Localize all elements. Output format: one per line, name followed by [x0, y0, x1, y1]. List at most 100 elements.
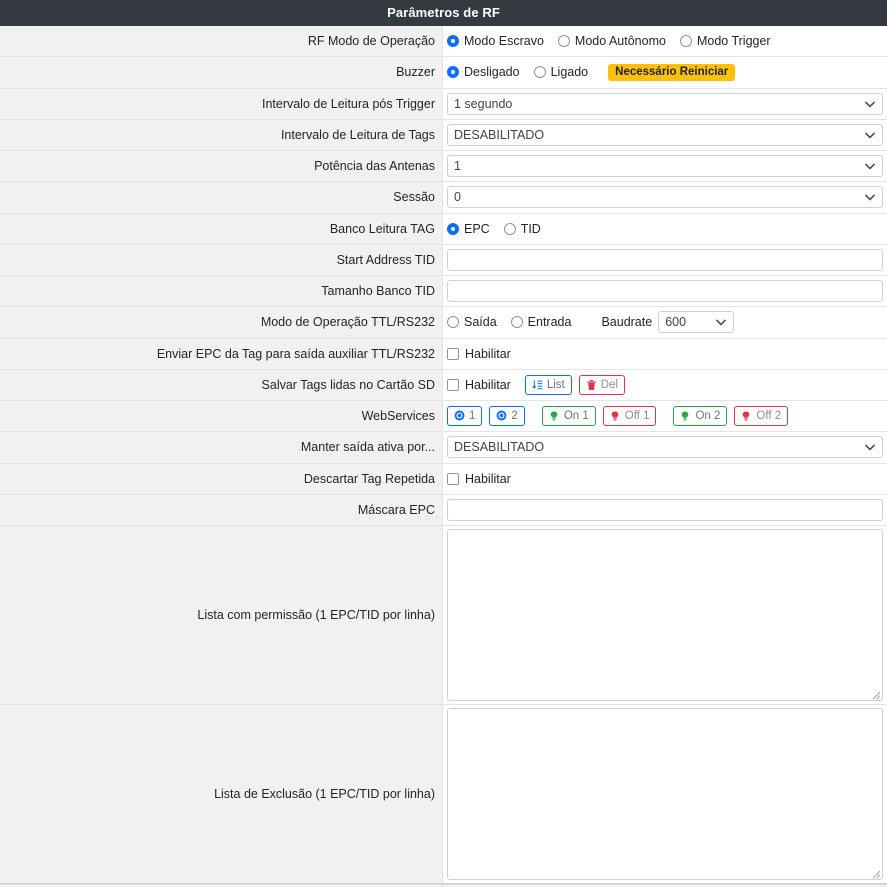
checkbox-unchecked-icon	[447, 472, 459, 485]
label-tamanho-banco-tid: Tamanho Banco TID	[0, 276, 443, 307]
radio-banco-tid[interactable]: TID	[503, 221, 541, 236]
webservice-on-2-label: On 2	[695, 409, 721, 422]
webservice-off-2-button[interactable]: Off 2	[734, 406, 789, 427]
checkbox-enviar-epc-habilitar[interactable]: Habilitar	[447, 347, 511, 361]
control-potencia-antenas: 1	[443, 151, 887, 182]
select-baudrate[interactable]: 600	[658, 311, 735, 334]
control-buzzer: Desligado Ligado Necessário Reiniciar	[443, 57, 887, 88]
control-manter-saida-ativa: DESABILITADO	[443, 432, 887, 463]
row-buzzer: Buzzer Desligado Ligado Necessário Reini…	[0, 57, 887, 89]
control-salvar-tags-sd: Habilitar List Del	[443, 369, 887, 400]
select-value: DESABILITADO	[454, 127, 545, 142]
radio-label: Ligado	[550, 65, 589, 80]
label-rf-mode: RF Modo de Operação	[0, 26, 443, 57]
control-banco-leitura-tag: EPC TID	[443, 213, 887, 244]
dot-circle-icon	[454, 410, 465, 422]
radio-buzzer-desligado[interactable]: Desligado	[447, 65, 520, 79]
list-button[interactable]: List	[524, 374, 572, 395]
label-start-address-tid: Start Address TID	[0, 244, 443, 275]
row-enviar-epc-auxiliar: Enviar EPC da Tag para saída auxiliar TT…	[0, 338, 887, 370]
radio-buzzer-ligado[interactable]: Ligado	[533, 65, 589, 80]
label-lista-permissao: Lista com permissão (1 EPC/TID por linha…	[0, 526, 443, 704]
label-buzzer: Buzzer	[0, 57, 443, 88]
select-value: DESABILITADO	[454, 440, 545, 455]
control-ttl-rs232: Saída Entrada Baudrate 600	[443, 307, 887, 338]
lista-exclusao-textarea[interactable]	[447, 708, 883, 880]
checkbox-descartar-tag-habilitar[interactable]: Habilitar	[447, 472, 511, 486]
webservice-off-2-label: Off 2	[756, 409, 782, 422]
label-enviar-epc-auxiliar: Enviar EPC da Tag para saída auxiliar TT…	[0, 338, 443, 369]
select-value: 1	[454, 159, 461, 174]
radio-unselected-icon	[679, 35, 692, 48]
radio-modo-autonomo[interactable]: Modo Autônomo	[557, 34, 666, 48]
label-ttl-rs232: Modo de Operação TTL/RS232	[0, 307, 443, 338]
delete-button-label: Del	[600, 378, 619, 391]
control-intervalo-trigger: 1 segundo	[443, 88, 887, 119]
webservice-off-1-label: Off 1	[624, 409, 650, 422]
radio-unselected-icon	[533, 66, 546, 79]
radio-unselected-icon	[447, 316, 459, 329]
control-rf-mode: Modo Escravo Modo Autônomo Modo Trigger	[443, 26, 887, 57]
label-intervalo-trigger: Intervalo de Leitura pós Trigger	[0, 88, 443, 119]
resize-grip-icon[interactable]	[871, 868, 881, 879]
row-intervalo-tags: Intervalo de Leitura de Tags DESABILITAD…	[0, 119, 887, 151]
row-lista-permissao: Lista com permissão (1 EPC/TID por linha…	[0, 526, 887, 705]
row-lista-exclusao: Lista de Exclusão (1 EPC/TID por linha)	[0, 705, 887, 884]
radio-label: Saída	[464, 315, 497, 330]
webservice-off-1-button[interactable]: Off 1	[602, 406, 657, 427]
row-manter-saida-ativa: Manter saída ativa por... DESABILITADO	[0, 432, 887, 464]
webservice-1-button[interactable]: 1	[447, 406, 483, 427]
control-lista-exclusao	[443, 705, 887, 883]
resize-grip-icon[interactable]	[871, 689, 881, 700]
delete-button[interactable]: Del	[578, 374, 626, 395]
webservice-on-2-button[interactable]: On 2	[673, 406, 728, 427]
lightbulb-icon	[610, 410, 621, 422]
lightbulb-icon	[680, 410, 691, 422]
radio-modo-trigger[interactable]: Modo Trigger	[679, 34, 771, 48]
list-button-label: List	[546, 378, 565, 391]
control-tamanho-banco-tid	[443, 276, 887, 307]
checkbox-label: Habilitar	[465, 377, 511, 392]
radio-label: TID	[520, 221, 541, 236]
radio-banco-epc[interactable]: EPC	[447, 222, 490, 236]
radio-unselected-icon	[503, 222, 516, 235]
row-salvar-tags-sd: Salvar Tags lidas no Cartão SD Habilitar…	[0, 369, 887, 401]
select-sessao[interactable]: 0	[447, 186, 883, 209]
select-value: 600	[665, 315, 687, 330]
radio-modo-escravo[interactable]: Modo Escravo	[447, 34, 544, 48]
lista-permissao-textarea[interactable]	[447, 529, 883, 701]
radio-selected-icon	[447, 222, 459, 235]
checkbox-unchecked-icon	[447, 347, 459, 360]
row-banco-leitura-tag: Banco Leitura TAG EPC TID	[0, 213, 887, 245]
row-start-address-tid: Start Address TID	[0, 244, 887, 276]
select-intervalo-trigger[interactable]: 1 segundo	[447, 92, 883, 115]
webservice-on-1-button[interactable]: On 1	[541, 406, 596, 427]
trash-icon	[586, 379, 597, 391]
radio-selected-icon	[447, 35, 459, 48]
radio-ttl-entrada[interactable]: Entrada	[510, 315, 572, 330]
label-salvar-tags-sd: Salvar Tags lidas no Cartão SD	[0, 369, 443, 400]
chevron-down-icon	[865, 130, 875, 139]
chevron-down-icon	[865, 443, 875, 452]
mascara-epc-input[interactable]	[447, 498, 883, 521]
row-intervalo-trigger: Intervalo de Leitura pós Trigger 1 segun…	[0, 88, 887, 120]
chevron-down-icon	[865, 193, 875, 202]
checkbox-salvar-sd-habilitar[interactable]: Habilitar	[447, 378, 511, 392]
radio-label: Entrada	[527, 315, 572, 330]
label-manter-saida-ativa: Manter saída ativa por...	[0, 432, 443, 463]
dot-circle-icon	[496, 410, 507, 422]
start-address-tid-input[interactable]	[447, 248, 883, 271]
select-intervalo-tags[interactable]: DESABILITADO	[447, 123, 883, 146]
row-mascara-epc: Máscara EPC	[0, 494, 887, 526]
radio-ttl-saida[interactable]: Saída	[447, 315, 497, 329]
select-manter-saida-ativa[interactable]: DESABILITADO	[447, 436, 883, 459]
row-ttl-rs232: Modo de Operação TTL/RS232 Saída Entrada…	[0, 307, 887, 339]
webservice-2-label: 2	[511, 409, 518, 422]
checkbox-unchecked-icon	[447, 378, 459, 391]
radio-label: EPC	[464, 221, 490, 236]
label-sessao: Sessão	[0, 182, 443, 213]
row-webservices: WebServices 1 2 On 1 Off 1 On 2 Off 2	[0, 401, 887, 433]
webservice-2-button[interactable]: 2	[489, 406, 525, 427]
tamanho-banco-tid-input[interactable]	[447, 280, 883, 303]
select-potencia-antenas[interactable]: 1	[447, 155, 883, 178]
